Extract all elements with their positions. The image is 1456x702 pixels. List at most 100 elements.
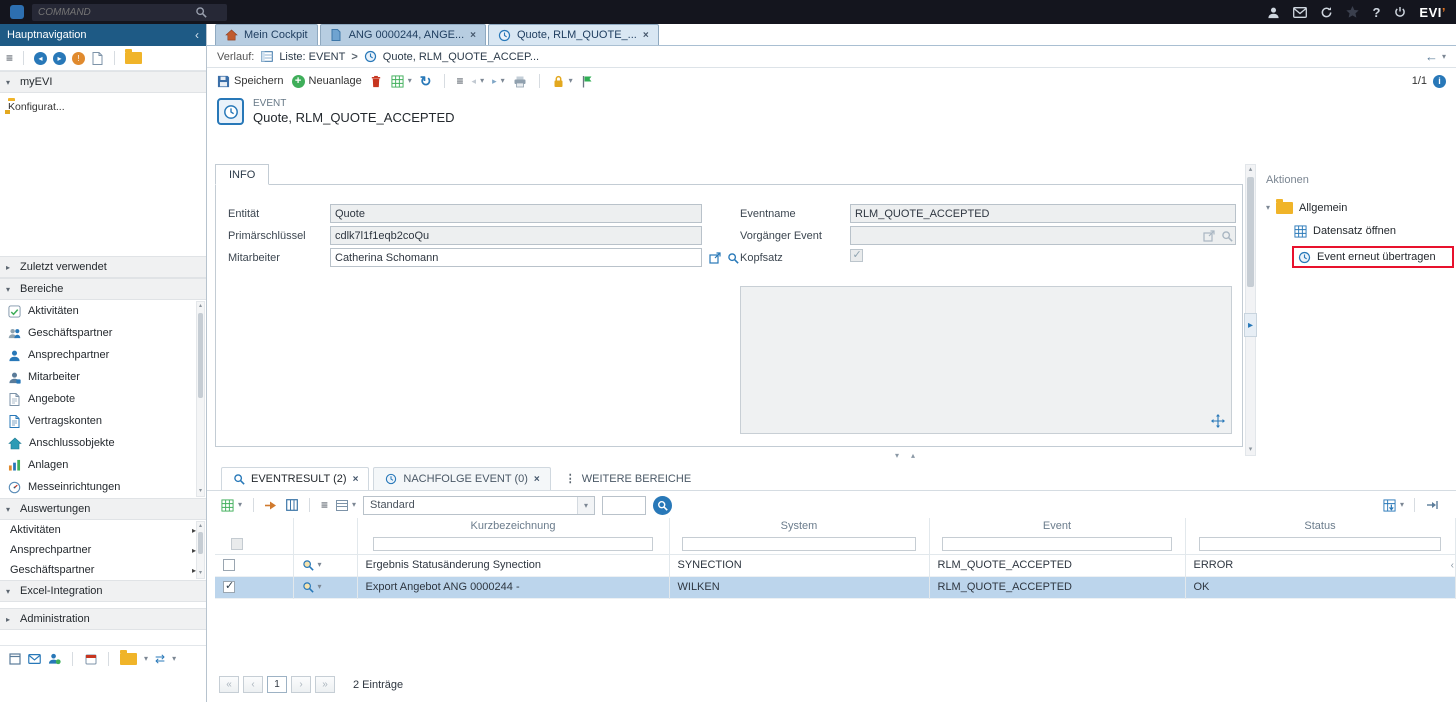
auswertung-item-aktivitaeten[interactable]: Aktivitäten ▸	[0, 520, 206, 540]
mitarbeiter-field[interactable]	[330, 248, 702, 267]
eventname-field[interactable]	[850, 204, 1236, 223]
help-icon[interactable]: ?	[1372, 5, 1380, 20]
calendar-icon[interactable]	[84, 652, 97, 666]
form-scrollbar[interactable]: ▴ ▾	[1245, 164, 1256, 456]
breadcrumb-current[interactable]: Quote, RLM_QUOTE_ACCEP...	[383, 51, 539, 63]
search-button[interactable]	[653, 496, 672, 515]
sync-icon[interactable]	[1320, 5, 1333, 19]
row-checkbox[interactable]	[223, 581, 235, 593]
caret-down-icon[interactable]: ▾	[144, 655, 148, 663]
pin-panel-icon[interactable]	[1425, 498, 1438, 512]
back-icon[interactable]: ◂	[34, 52, 47, 65]
section-excel-integration[interactable]: ▾ Excel-Integration	[0, 580, 206, 602]
scroll-down-icon[interactable]: ▾	[1249, 445, 1253, 455]
tab-eventresult[interactable]: EVENTRESULT (2) ×	[221, 467, 369, 490]
sidebar-item-anlagen[interactable]: Anlagen	[0, 454, 206, 476]
filter-event-input[interactable]	[942, 537, 1172, 551]
column-header-status[interactable]: Status	[1185, 518, 1455, 534]
row-actions-icon[interactable]	[302, 580, 315, 594]
sidebar-collapse-icon[interactable]: ‹	[195, 28, 199, 42]
bereiche-scrollbar[interactable]: ▴ ▾	[196, 301, 205, 497]
close-icon[interactable]: ×	[534, 474, 540, 485]
swap-icon[interactable]: ⇄	[155, 652, 165, 666]
kopfsatz-checkbox[interactable]	[850, 249, 863, 262]
alarm-icon[interactable]: !	[72, 52, 85, 65]
sidebar-item-messeinrichtungen[interactable]: Messeinrichtungen	[0, 476, 206, 498]
caret-down-icon[interactable]: ▾	[577, 497, 594, 514]
close-icon[interactable]: ×	[643, 30, 649, 41]
flag-icon[interactable]	[581, 74, 594, 88]
copy-record-button[interactable]: ▾	[391, 74, 412, 88]
first-page-button[interactable]: «	[219, 676, 239, 693]
section-myevi[interactable]: ▾ myEVI	[0, 71, 206, 93]
current-page-button[interactable]: 1	[267, 676, 287, 693]
sidebar-item-ansprechpartner[interactable]: Ansprechpartner	[0, 344, 206, 366]
table-row[interactable]: ▾ Ergebnis Statusänderung Synection SYNE…	[215, 554, 1455, 576]
sidebar-item-aktivitaeten[interactable]: Aktivitäten	[0, 300, 206, 322]
mail-icon[interactable]	[1293, 5, 1307, 19]
section-zuletzt-verwendet[interactable]: ▸ Zuletzt verwendet	[0, 256, 206, 278]
action-resend-event[interactable]: Event erneut übertragen	[1292, 246, 1454, 268]
config-folder-item[interactable]: Konfigurat...	[8, 101, 58, 113]
column-header-system[interactable]: System	[669, 518, 929, 534]
column-header-event[interactable]: Event	[929, 518, 1185, 534]
sidebar-item-mitarbeiter[interactable]: Mitarbeiter	[0, 366, 206, 388]
open-record-icon[interactable]	[1202, 229, 1215, 243]
section-bereiche[interactable]: ▾ Bereiche	[0, 278, 206, 300]
view-select[interactable]: Standard ▾	[363, 496, 595, 515]
move-handle-icon[interactable]	[1211, 414, 1225, 428]
section-administration[interactable]: ▸ Administration	[0, 608, 206, 630]
filter-kurzbezeichnung-input[interactable]	[373, 537, 653, 551]
user-icon[interactable]	[1267, 5, 1280, 19]
lookup-search-icon[interactable]	[726, 251, 739, 265]
notes-icon[interactable]	[91, 51, 104, 65]
row-checkbox[interactable]	[223, 559, 235, 571]
vorgaenger-event-field[interactable]	[850, 226, 1236, 245]
filter-system-input[interactable]	[682, 537, 915, 551]
previous-record-button[interactable]: ◂ ▾	[472, 76, 485, 87]
lock-button[interactable]: ▾	[552, 74, 573, 88]
breadcrumb-list-event[interactable]: Liste: EVENT	[279, 51, 345, 63]
forward-icon[interactable]: ▸	[53, 52, 66, 65]
tab-mein-cockpit[interactable]: Mein Cockpit	[215, 24, 318, 45]
mail-icon[interactable]	[28, 652, 41, 666]
horizontal-scroll-nub[interactable]: ‹	[1451, 560, 1454, 571]
collapse-down-icon[interactable]: ▾	[895, 451, 899, 460]
collapse-up-icon[interactable]: ▴	[911, 451, 915, 460]
open-record-icon[interactable]	[708, 251, 721, 265]
caret-down-icon[interactable]: ▾	[1442, 53, 1446, 61]
auswertungen-scrollbar[interactable]: ▴ ▾	[196, 521, 205, 579]
auswertung-item-ansprechpartner[interactable]: Ansprechpartner ▸	[0, 540, 206, 560]
table-row-selected[interactable]: ▾ Export Angebot ANG 0000244 - WILKEN RL…	[215, 576, 1455, 598]
scroll-down-icon[interactable]: ▾	[199, 569, 202, 578]
refresh-icon[interactable]: ↻	[420, 74, 432, 88]
folder-add-icon[interactable]	[120, 652, 137, 666]
delete-icon[interactable]	[370, 74, 383, 88]
last-page-button[interactable]: »	[315, 676, 335, 693]
command-input[interactable]	[38, 7, 188, 18]
tab-quote-rlm-quote[interactable]: Quote, RLM_QUOTE_... ×	[488, 24, 659, 45]
scroll-up-icon[interactable]: ▴	[199, 522, 202, 531]
save-button[interactable]: Speichern	[217, 74, 284, 88]
search-icon[interactable]	[194, 5, 207, 19]
notifications-icon[interactable]	[1346, 5, 1359, 19]
entitaet-field[interactable]	[330, 204, 702, 223]
scroll-up-icon[interactable]: ▴	[1249, 165, 1253, 175]
apply-arrow-icon[interactable]	[265, 498, 278, 512]
quick-filter-input[interactable]	[602, 496, 646, 515]
caret-down-icon[interactable]: ▾	[318, 583, 322, 591]
sidebar-item-vertragskonten[interactable]: Vertragskonten	[0, 410, 206, 432]
power-icon[interactable]	[1393, 5, 1406, 19]
caret-down-icon[interactable]: ▾	[318, 561, 322, 569]
menu-icon[interactable]: ≡	[457, 74, 464, 88]
scroll-down-icon[interactable]: ▾	[199, 487, 202, 496]
tab-info[interactable]: INFO	[215, 164, 269, 185]
actions-panel-expander[interactable]: ▸	[1244, 313, 1257, 337]
select-all-checkbox[interactable]	[231, 538, 243, 550]
primaerschluessel-field[interactable]	[330, 226, 702, 245]
new-list-record-button[interactable]: ▾	[221, 498, 242, 512]
actions-group-allgemein[interactable]: ▾ Allgemein	[1266, 202, 1456, 214]
close-icon[interactable]: ×	[353, 474, 359, 485]
next-page-button[interactable]: ›	[291, 676, 311, 693]
horizontal-splitter[interactable]: ▾ ▴	[895, 451, 915, 460]
